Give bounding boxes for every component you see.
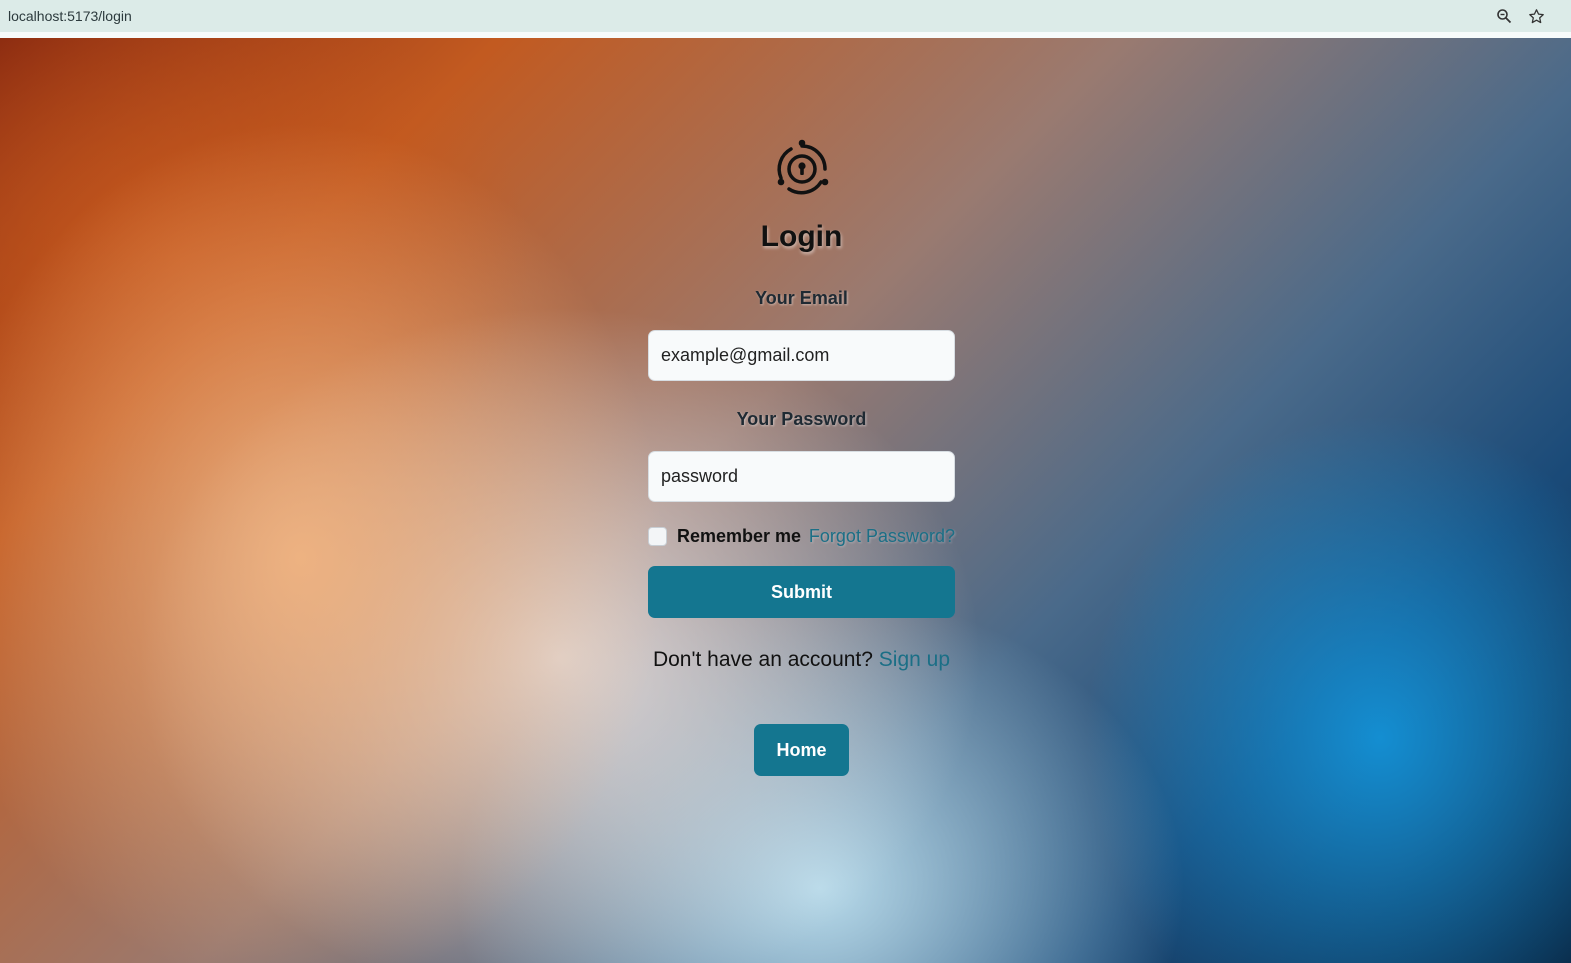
login-options-row: Remember me Forgot Password? <box>648 524 955 548</box>
forgot-password-link[interactable]: Forgot Password? <box>809 526 955 547</box>
password-field[interactable]: password <box>648 451 955 502</box>
password-value: password <box>661 466 739 486</box>
remember-me[interactable]: Remember me <box>648 526 801 547</box>
signup-prompt-text: Don't have an account? <box>652 648 873 671</box>
home-button[interactable]: Home <box>754 724 849 776</box>
signup-prompt: Don't have an account? Sign up <box>653 646 950 674</box>
url-text[interactable]: localhost:5173/login <box>8 8 132 24</box>
remember-me-label[interactable]: Remember me <box>677 526 801 547</box>
zoom-icon[interactable] <box>1495 7 1513 25</box>
submit-button[interactable]: Submit <box>648 566 955 618</box>
login-form: Login Your Email example@gmail.com Your … <box>648 138 955 776</box>
password-label: Your Password <box>736 409 867 429</box>
email-field[interactable]: example@gmail.com <box>648 330 955 381</box>
email-label: Your Email <box>755 288 848 308</box>
page-title: Login <box>760 220 843 253</box>
remember-me-checkbox[interactable] <box>648 526 667 546</box>
star-icon[interactable] <box>1527 7 1545 25</box>
lock-orbit-icon <box>771 138 833 200</box>
browser-address-bar[interactable]: localhost:5173/login <box>0 0 1571 32</box>
browser-bar-icons <box>1495 7 1563 25</box>
signup-link[interactable]: Sign up <box>879 648 950 671</box>
email-value: example@gmail.com <box>661 345 830 365</box>
